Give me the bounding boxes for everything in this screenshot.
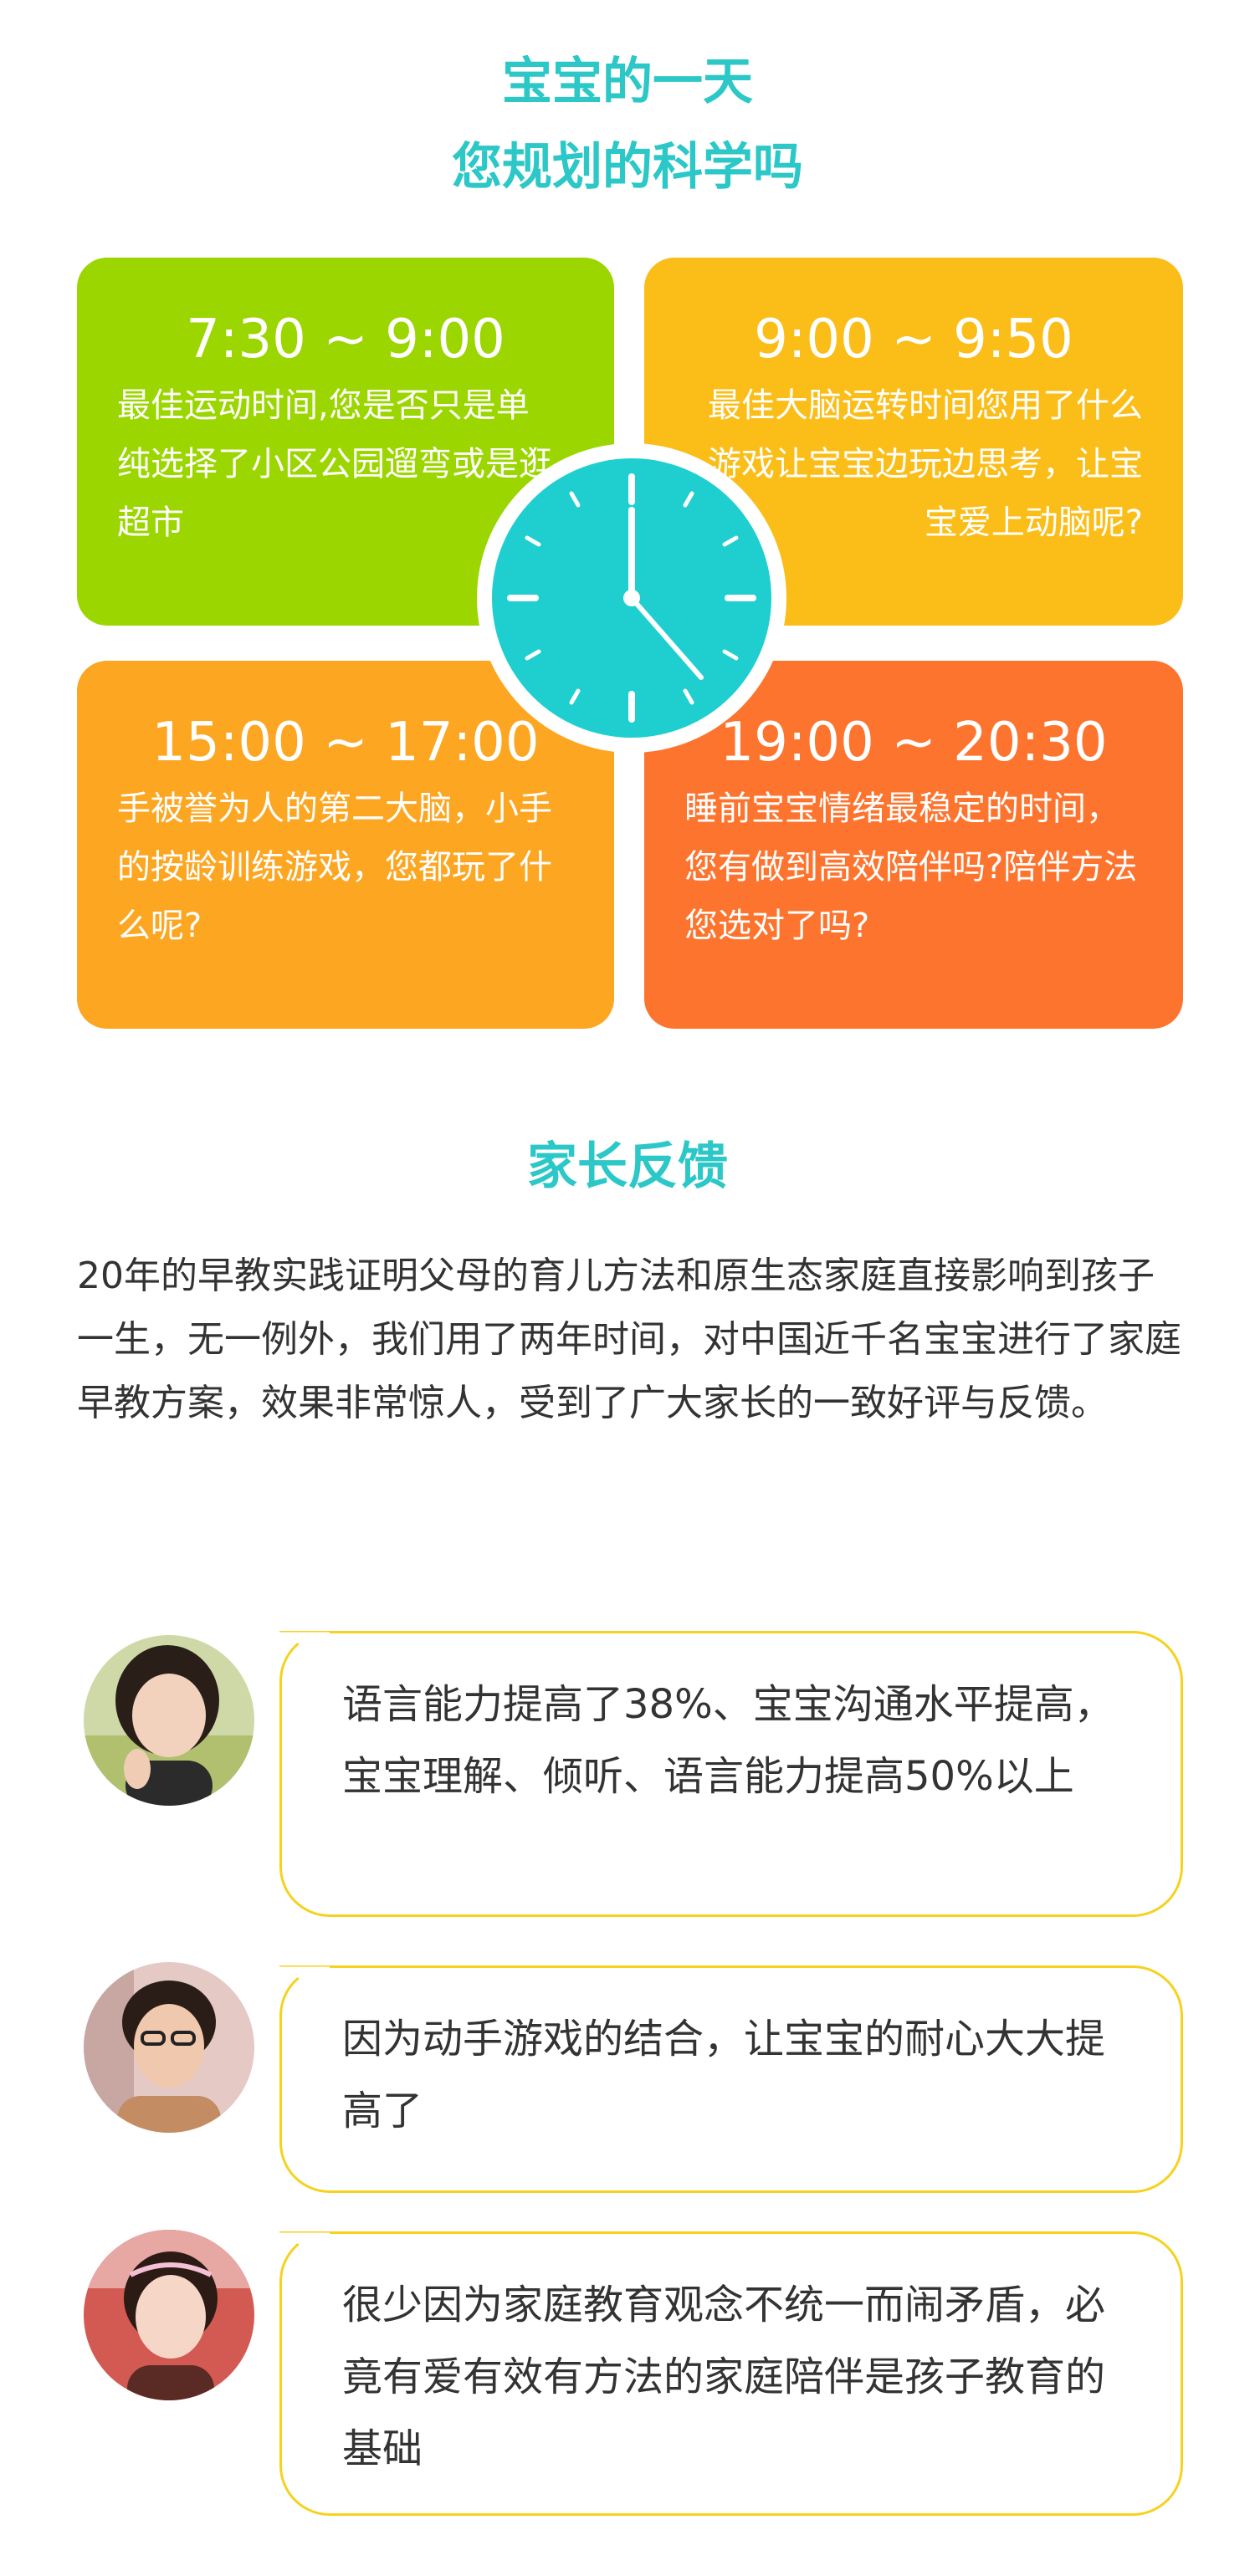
minute-hand — [629, 595, 704, 680]
schedule-description: 手被誉为人的第二大脑，小手的按龄训练游戏，您都玩了什么呢? — [117, 790, 552, 945]
feedback-text: 因为动手游戏的结合，让宝宝的耐心大大提高了 — [342, 2016, 1106, 2134]
parent-avatar — [84, 2230, 254, 2400]
clock-icon — [477, 443, 786, 753]
schedule-description: 睡前宝宝情绪最稳定的时间，您有做到高效陪伴吗?陪伴方法您选对了吗? — [684, 790, 1138, 945]
page-subtitle: 您规划的科学吗 — [452, 138, 803, 197]
feedback-text: 很少因为家庭教育观念不统一而闹矛盾，必竟有爱有效有方法的家庭陪伴是孩子教育的基础 — [342, 2282, 1106, 2472]
page-title: 宝宝的一天 — [502, 53, 753, 111]
feedback-bubble: 因为动手游戏的结合，让宝宝的耐心大大提高了 — [279, 1965, 1183, 2193]
bubble-tail — [279, 1631, 330, 1664]
feedback-bubble: 语言能力提高了38%、宝宝沟通水平提高，宝宝理解、倾听、语言能力提高50%以上 — [279, 1631, 1183, 1917]
schedule-time: 7:30 ~ 9:00 — [186, 309, 505, 371]
bubble-tail — [279, 1965, 330, 1999]
parent-avatar — [84, 1635, 254, 1806]
feedback-bubble: 很少因为家庭教育观念不统一而闹矛盾，必竟有爱有效有方法的家庭陪伴是孩子教育的基础 — [279, 2231, 1183, 2516]
feedback-title: 家长反馈 — [527, 1137, 728, 1196]
clock-ticks — [507, 473, 756, 723]
schedule-time: 9:00 ~ 9:50 — [754, 309, 1073, 371]
feedback-intro: 20年的早教实践证明父母的育儿方法和原生态家庭直接影响到孩子一生，无一例外，我们… — [77, 1255, 1181, 1424]
parent-avatar — [84, 1962, 254, 2133]
feedback-text: 语言能力提高了38%、宝宝沟通水平提高，宝宝理解、倾听、语言能力提高50%以上 — [342, 1681, 1114, 1800]
bubble-tail — [279, 2231, 330, 2265]
